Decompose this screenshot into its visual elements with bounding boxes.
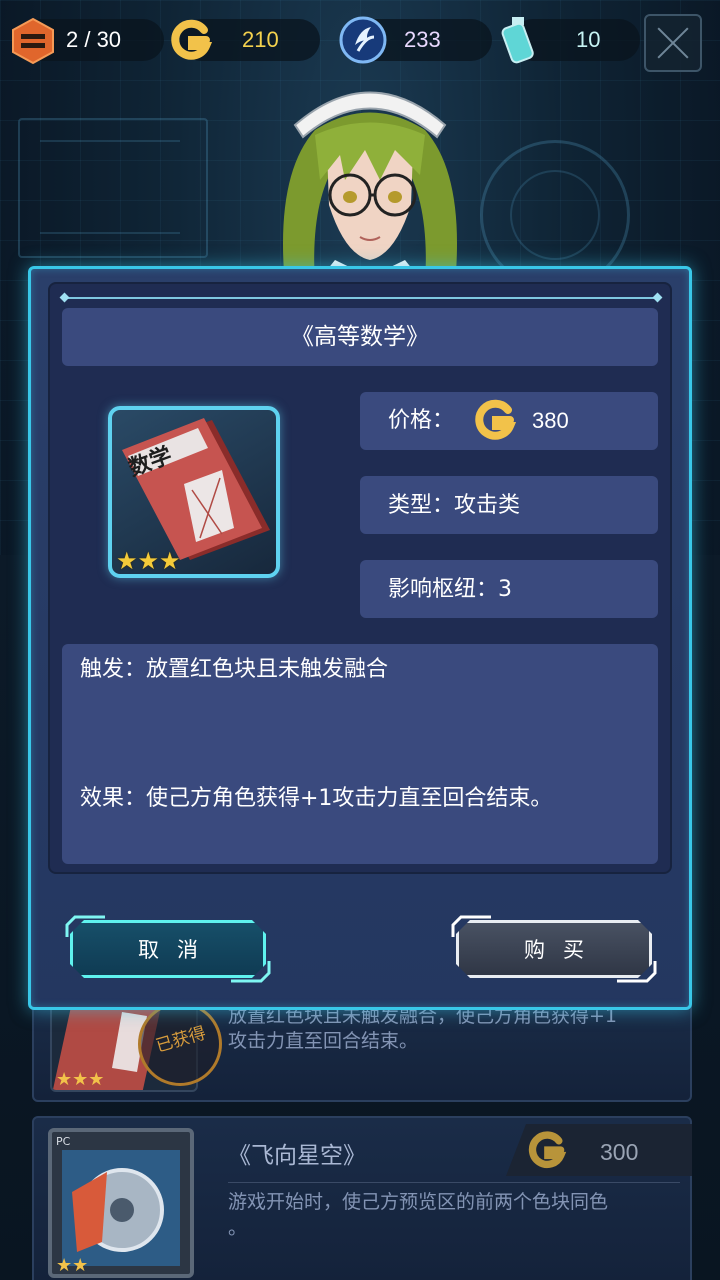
gem-value: 233 <box>404 27 441 52</box>
trigger-text: 触发：放置红色块且未触发融合 <box>80 657 389 682</box>
owned-badge-text: 已获得 <box>153 1023 209 1057</box>
price-label: 价格： <box>388 408 455 433</box>
level-icon <box>12 17 54 65</box>
cancel-button[interactable]: 取消 <box>70 920 266 978</box>
buy-button-label: 购买 <box>524 938 602 962</box>
gold-coin-icon <box>171 19 213 60</box>
potion-icon <box>501 17 534 64</box>
list-item-desc-line1: 游戏开始时，使己方预览区的前两个色块同色 <box>228 1191 609 1213</box>
character-portrait <box>283 91 457 285</box>
price-value: 380 <box>532 408 569 433</box>
close-button[interactable] <box>644 14 702 72</box>
list-item-title: 《飞向星空》 <box>228 1143 366 1169</box>
star-icon: ★★★ <box>116 547 181 575</box>
top-hud: 2 / 30 210 233 10 <box>0 0 720 84</box>
buy-button[interactable]: 购买 <box>456 920 652 978</box>
star-icon: ★★★ <box>56 1069 105 1090</box>
type-label: 类型：攻击类 <box>388 493 521 518</box>
progress-value: 2 / 30 <box>66 27 122 52</box>
card-label: PC <box>56 1135 71 1148</box>
cancel-button-label: 取消 <box>138 938 216 962</box>
background-screen <box>18 118 208 258</box>
gold-coin-icon <box>475 399 517 440</box>
owned-badge: 已获得 <box>138 1002 222 1086</box>
list-item-desc-line2: 。 <box>228 1217 248 1239</box>
rocket-disc-icon <box>62 1150 180 1266</box>
list-item-price: 300 <box>600 1139 639 1165</box>
gold-value: 210 <box>242 27 279 52</box>
item-card: 数学 ★★★ <box>108 406 280 578</box>
list-item-desc-line2: 攻击力直至回合结束。 <box>228 1030 419 1052</box>
title-divider <box>66 297 656 299</box>
gem-icon <box>339 16 387 64</box>
potion-value: 10 <box>576 27 601 52</box>
gold-coin-icon <box>528 1131 567 1169</box>
dialog-title: 《高等数学》 <box>291 324 429 350</box>
star-icon: ★★ <box>56 1255 89 1276</box>
list-item-card: PC ★★ <box>48 1128 194 1278</box>
divider <box>228 1182 680 1183</box>
effect-text: 效果：使己方角色获得+1攻击力直至回合结束。 <box>80 786 553 811</box>
list-item[interactable]: PC ★★ 《飞向星空》 300 游戏开始时，使己方预览区的前两个色块同色 。 <box>32 1116 692 1280</box>
hub-label: 影响枢纽：3 <box>388 577 512 602</box>
background-ring-inner <box>510 170 600 260</box>
